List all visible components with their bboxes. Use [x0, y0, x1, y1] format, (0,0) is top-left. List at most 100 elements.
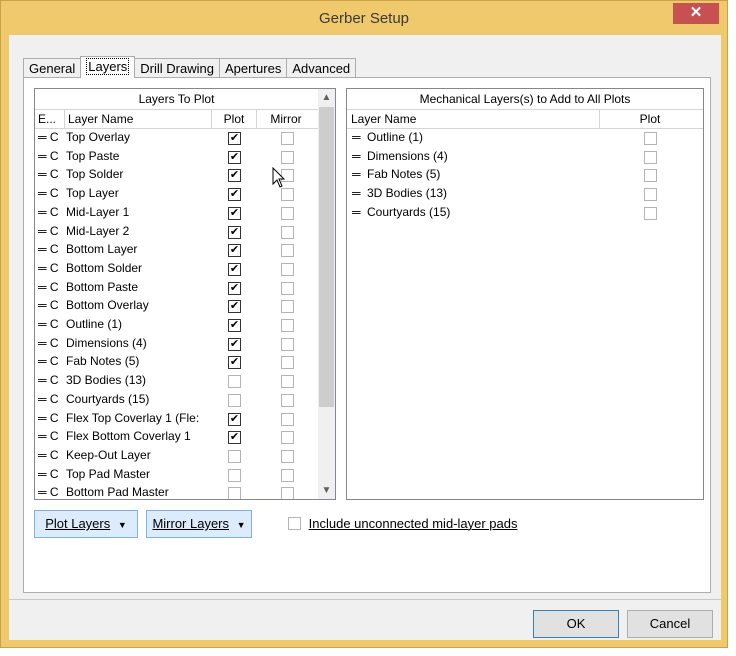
mech-plot-checkbox[interactable]	[644, 169, 657, 183]
tab-advanced[interactable]: Advanced	[286, 58, 357, 78]
mech-layer-row[interactable]: ═ 3D Bodies (13)	[347, 185, 703, 204]
title-bar[interactable]: Gerber Setup ✕	[1, 1, 727, 35]
mech-col-layer-name[interactable]: Layer Name	[351, 110, 416, 128]
mirror-checkbox[interactable]	[281, 337, 294, 351]
plot-checkbox[interactable]: ✔	[228, 431, 241, 445]
mirror-checkbox[interactable]	[281, 300, 294, 314]
layer-row[interactable]: ═ C Outline (1) ✔	[35, 316, 318, 335]
mirror-checkbox[interactable]	[281, 375, 294, 389]
layer-enable-indicator: ═ C	[38, 167, 59, 182]
mirror-checkbox[interactable]	[281, 319, 294, 332]
mech-plot-checkbox[interactable]	[644, 188, 657, 202]
mech-layer-row[interactable]: ═ Outline (1)	[347, 129, 703, 148]
plot-checkbox[interactable]: ✔	[228, 300, 241, 314]
close-button[interactable]: ✕	[673, 3, 719, 24]
layer-row[interactable]: ═ C Top Overlay ✔	[35, 129, 318, 148]
layer-row[interactable]: ═ C Fab Notes (5) ✔	[35, 353, 318, 372]
mirror-checkbox[interactable]	[281, 468, 294, 482]
mech-layer-row[interactable]: ═ Courtyards (15)	[347, 204, 703, 223]
layer-row[interactable]: ═ C 3D Bodies (13)	[35, 372, 318, 391]
layer-enable-indicator: ═ C	[38, 317, 59, 331]
layer-row[interactable]: ═ C Flex Top Coverlay 1 (Fle: ✔	[35, 410, 318, 429]
mirror-checkbox[interactable]	[281, 225, 294, 239]
ok-button[interactable]: OK	[533, 610, 619, 638]
tab-layers[interactable]: Layers	[80, 56, 136, 78]
plot-checkbox[interactable]	[228, 375, 241, 389]
plot-checkbox[interactable]	[228, 468, 241, 482]
plot-checkbox[interactable]: ✔	[228, 262, 241, 276]
mirror-checkbox[interactable]	[281, 449, 294, 463]
cancel-button[interactable]: Cancel	[627, 610, 713, 638]
layer-row[interactable]: ═ C Top Paste ✔	[35, 148, 318, 167]
tab-general[interactable]: General	[23, 58, 82, 78]
mirror-checkbox[interactable]	[281, 487, 294, 499]
mirror-checkbox[interactable]	[281, 412, 294, 426]
gerber-setup-window: Gerber Setup ✕ General Layers Drill Draw…	[0, 0, 728, 648]
plot-checkbox[interactable]	[228, 393, 241, 407]
plot-checkbox[interactable]: ✔	[228, 337, 241, 351]
layer-name: Top Overlay	[66, 130, 131, 144]
mech-plot-checkbox[interactable]	[644, 132, 657, 145]
mirror-checkbox[interactable]	[281, 356, 294, 370]
layer-row[interactable]: ═ C Bottom Pad Master	[35, 484, 318, 499]
plot-checkbox[interactable]: ✔	[228, 225, 241, 239]
layer-name: Top Layer	[66, 186, 119, 201]
layer-row[interactable]: ═ C Flex Bottom Coverlay 1 ✔	[35, 428, 318, 447]
layer-row[interactable]: ═ C Bottom Layer ✔	[35, 241, 318, 260]
scroll-down-icon[interactable]: ▼	[318, 482, 335, 499]
layer-row[interactable]: ═ C Courtyards (15)	[35, 391, 318, 410]
layer-row[interactable]: ═ C Top Pad Master	[35, 466, 318, 485]
col-mirror[interactable]: Mirror	[257, 110, 315, 128]
layer-enable-indicator: ═ C	[38, 148, 59, 163]
scroll-up-icon[interactable]: ▲	[318, 89, 335, 106]
plot-checkbox[interactable]: ✔	[228, 169, 241, 183]
layers-to-plot-list[interactable]: Layers To Plot E... Layer Name Plot Mirr…	[34, 88, 336, 500]
layer-row[interactable]: ═ C Dimensions (4) ✔	[35, 335, 318, 354]
tab-drill-drawing[interactable]: Drill Drawing	[134, 58, 220, 78]
mech-col-plot[interactable]: Plot	[600, 110, 700, 128]
mirror-checkbox[interactable]	[281, 150, 294, 164]
plot-checkbox[interactable]: ✔	[228, 281, 241, 295]
layer-row[interactable]: ═ C Bottom Paste ✔	[35, 279, 318, 298]
plot-checkbox[interactable]	[228, 487, 241, 499]
layer-row[interactable]: ═ C Mid-Layer 1 ✔	[35, 204, 318, 223]
mech-layer-row[interactable]: ═ Fab Notes (5)	[347, 166, 703, 185]
layer-row[interactable]: ═ C Mid-Layer 2 ✔	[35, 223, 318, 242]
mirror-checkbox[interactable]	[281, 431, 294, 445]
mirror-checkbox[interactable]	[281, 393, 294, 407]
plot-checkbox[interactable]	[228, 449, 241, 463]
include-unconnected-option[interactable]: Include unconnected mid-layer pads	[288, 516, 517, 531]
plot-checkbox[interactable]: ✔	[228, 412, 241, 426]
mirror-checkbox[interactable]	[281, 281, 294, 295]
layers-scrollbar[interactable]: ▲ ▼	[318, 89, 335, 499]
scroll-thumb[interactable]	[319, 107, 334, 407]
mirror-layers-button[interactable]: Mirror Layers ▼	[146, 510, 252, 538]
layer-row[interactable]: ═ C Bottom Overlay ✔	[35, 297, 318, 316]
mech-layer-row[interactable]: ═ Dimensions (4)	[347, 148, 703, 167]
plot-checkbox[interactable]: ✔	[228, 132, 241, 145]
col-layer-name[interactable]: Layer Name	[68, 110, 133, 128]
tab-apertures[interactable]: Apertures	[218, 58, 288, 78]
include-unconnected-checkbox[interactable]	[288, 517, 301, 531]
mirror-checkbox[interactable]	[281, 188, 294, 202]
plot-checkbox[interactable]: ✔	[228, 319, 241, 332]
col-plot[interactable]: Plot	[213, 110, 255, 128]
mirror-checkbox[interactable]	[281, 132, 294, 145]
plot-checkbox[interactable]: ✔	[228, 206, 241, 220]
plot-layers-button[interactable]: Plot Layers ▼	[34, 510, 138, 538]
layer-row[interactable]: ═ C Keep-Out Layer	[35, 447, 318, 466]
plot-checkbox[interactable]: ✔	[228, 150, 241, 164]
col-enabled[interactable]: E...	[38, 110, 64, 128]
mechanical-layers-list[interactable]: Mechanical Layers(s) to Add to All Plots…	[346, 88, 704, 500]
mirror-checkbox[interactable]	[281, 206, 294, 220]
layer-row[interactable]: ═ C Bottom Solder ✔	[35, 260, 318, 279]
mirror-checkbox[interactable]	[281, 262, 294, 276]
mirror-checkbox[interactable]	[281, 244, 294, 258]
chevron-down-icon: ▼	[236, 520, 246, 530]
plot-checkbox[interactable]: ✔	[228, 244, 241, 258]
mech-plot-checkbox[interactable]	[644, 206, 657, 220]
plot-checkbox[interactable]: ✔	[228, 188, 241, 202]
mech-plot-checkbox[interactable]	[644, 150, 657, 164]
plot-checkbox[interactable]: ✔	[228, 356, 241, 370]
mech-layer-name: Dimensions (4)	[367, 148, 448, 163]
